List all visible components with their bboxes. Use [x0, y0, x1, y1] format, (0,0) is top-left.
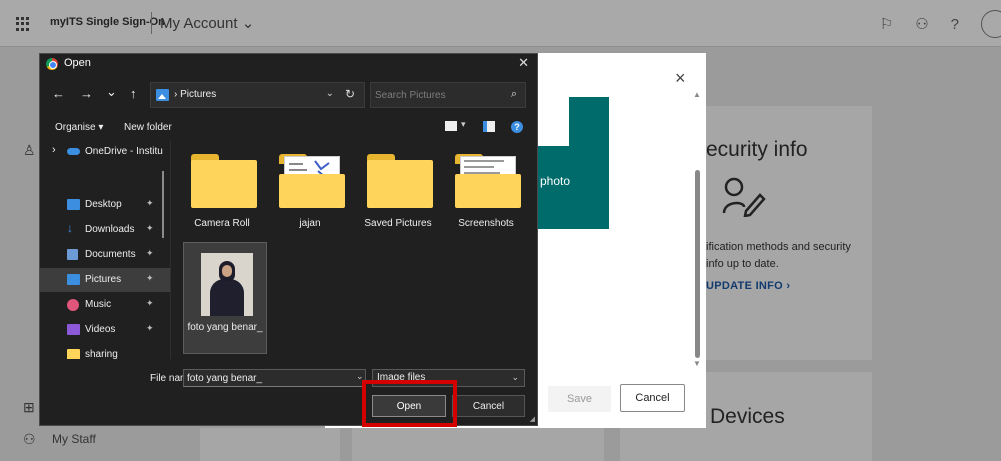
- pictures-icon: [156, 89, 169, 101]
- preview-pane-icon[interactable]: [483, 121, 495, 132]
- videos-icon: [67, 324, 80, 335]
- new-folder-button[interactable]: New folder: [124, 122, 172, 133]
- highlight-box: [362, 380, 457, 427]
- save-button[interactable]: Save: [548, 386, 611, 412]
- close-icon[interactable]: ✕: [518, 55, 529, 71]
- cancel-button[interactable]: Cancel: [620, 384, 685, 412]
- nav-my-staff[interactable]: My Staff: [52, 432, 96, 446]
- scrollbar[interactable]: [162, 171, 164, 238]
- org-icon[interactable]: ⚇: [915, 15, 928, 33]
- file-item-camera-roll[interactable]: Camera Roll: [178, 144, 266, 254]
- bg-card: [200, 428, 340, 461]
- update-info-link[interactable]: UPDATE INFO ›: [706, 280, 790, 292]
- view-options-icon[interactable]: ▾: [461, 119, 466, 130]
- up-icon[interactable]: ↑: [130, 86, 137, 101]
- staff-icon[interactable]: ⚇: [23, 431, 36, 448]
- refresh-icon[interactable]: ↻: [345, 87, 355, 101]
- dialog-toolbar: Organise ▾ New folder ▾ ?: [40, 116, 537, 140]
- sidebar-item-sharing[interactable]: sharing: [40, 343, 170, 359]
- back-icon[interactable]: ←: [52, 86, 65, 101]
- address-path: › Pictures: [174, 89, 217, 100]
- scroll-up-icon[interactable]: ▲: [693, 90, 701, 99]
- chevron-down-icon[interactable]: ⌄: [326, 88, 334, 99]
- sidebar-item-music[interactable]: Music ✦: [40, 293, 170, 317]
- resize-grip-icon[interactable]: ◢: [530, 415, 535, 423]
- download-icon: ↓: [67, 221, 73, 235]
- pin-icon[interactable]: ✦: [146, 223, 154, 234]
- documents-icon: [67, 249, 78, 260]
- dialog-sidebar: › OneDrive - Institu Desktop ✦ ↓ Downloa…: [40, 140, 170, 359]
- pin-icon[interactable]: ✦: [146, 273, 154, 284]
- avatar[interactable]: [981, 10, 1001, 38]
- app-launcher-icon[interactable]: [16, 17, 30, 31]
- person-icon[interactable]: ♙: [23, 142, 36, 159]
- address-bar[interactable]: › Pictures ⌄ ↻: [150, 82, 365, 108]
- open-file-dialog: Open ✕ ← → ⌄ ↑ › Pictures ⌄ ↻ ⌕ Organise…: [39, 53, 538, 426]
- pin-icon[interactable]: ✦: [146, 248, 154, 259]
- pin-icon[interactable]: ✦: [146, 298, 154, 309]
- sidebar-item-downloads[interactable]: ↓ Downloads ✦: [40, 218, 170, 242]
- search-input[interactable]: [375, 87, 495, 103]
- file-name-input[interactable]: [183, 369, 366, 387]
- navigation-row: ← → ⌄ ↑ › Pictures ⌄ ↻ ⌕: [40, 81, 537, 109]
- scroll-down-icon[interactable]: ▼: [693, 359, 701, 368]
- organise-menu[interactable]: Organise ▾: [55, 122, 103, 133]
- dialog-title-bar[interactable]: Open ✕: [40, 54, 537, 74]
- security-pen-icon: [722, 177, 766, 227]
- folder-icon: [455, 154, 521, 208]
- sidebar-item-onedrive[interactable]: › OneDrive - Institu: [40, 140, 170, 164]
- sidebar-item-pictures[interactable]: Pictures ✦: [40, 268, 170, 292]
- view-icon[interactable]: [445, 121, 457, 131]
- dialog-footer: File name: ⌄ Image files ⌄ Open Cancel: [40, 367, 537, 427]
- search-icon: ⌕: [510, 88, 517, 100]
- file-item-saved-pictures[interactable]: Saved Pictures: [354, 144, 442, 254]
- feedback-icon[interactable]: ⚐: [880, 15, 893, 33]
- folder-icon: [279, 154, 345, 208]
- folder-icon: [191, 154, 257, 208]
- search-box[interactable]: ⌕: [370, 82, 526, 108]
- file-list: Camera Roll jajan Saved Pictures Screens…: [178, 144, 528, 359]
- sidebar-item-desktop[interactable]: Desktop ✦: [40, 193, 170, 217]
- org-icon[interactable]: ⊞: [23, 399, 35, 416]
- top-bar: myITS Single Sign-On My Account ⌄ ⚐ ⚇ ?: [0, 0, 1001, 47]
- devices-title: Devices: [710, 405, 785, 428]
- help-icon[interactable]: ?: [951, 16, 959, 33]
- sidebar-item-documents[interactable]: Documents ✦: [40, 243, 170, 267]
- cloud-icon: [67, 148, 80, 155]
- photo-label: photo: [540, 174, 571, 188]
- app-title[interactable]: My Account ⌄: [160, 14, 254, 32]
- security-info-title: ecurity info: [706, 138, 808, 161]
- image-thumbnail: [201, 253, 253, 316]
- folder-icon: [67, 349, 80, 359]
- music-icon: [67, 299, 79, 311]
- bg-card: [352, 428, 604, 461]
- chrome-icon: [46, 58, 58, 70]
- chevron-down-icon: ⌄: [511, 372, 519, 382]
- chevron-down-icon: ⌄: [241, 15, 255, 32]
- expand-icon[interactable]: ›: [52, 144, 56, 156]
- file-item-screenshots[interactable]: Screenshots: [442, 144, 530, 254]
- file-item-jajan[interactable]: jajan: [266, 144, 354, 254]
- brand: myITS Single Sign-On: [50, 16, 165, 28]
- sidebar-item-videos[interactable]: Videos ✦: [40, 318, 170, 342]
- close-icon[interactable]: ×: [675, 68, 686, 89]
- pictures-icon: [67, 274, 80, 285]
- file-item-foto-yang-benar[interactable]: foto yang benar_: [183, 242, 267, 354]
- dialog-title: Open: [64, 57, 91, 69]
- pin-icon[interactable]: ✦: [146, 198, 154, 209]
- recent-locations-icon[interactable]: ⌄: [106, 84, 117, 100]
- left-nav: ♙ ⊞ ⚇: [0, 47, 40, 461]
- divider: [151, 12, 152, 34]
- cancel-button[interactable]: Cancel: [452, 395, 525, 417]
- desktop-icon: [67, 199, 80, 210]
- scrollbar[interactable]: [695, 170, 700, 358]
- pin-icon[interactable]: ✦: [146, 323, 154, 334]
- security-info-description: ification methods and security info up t…: [706, 241, 851, 270]
- folder-icon: [367, 154, 433, 208]
- help-icon[interactable]: ?: [511, 121, 523, 133]
- forward-icon[interactable]: →: [80, 86, 93, 101]
